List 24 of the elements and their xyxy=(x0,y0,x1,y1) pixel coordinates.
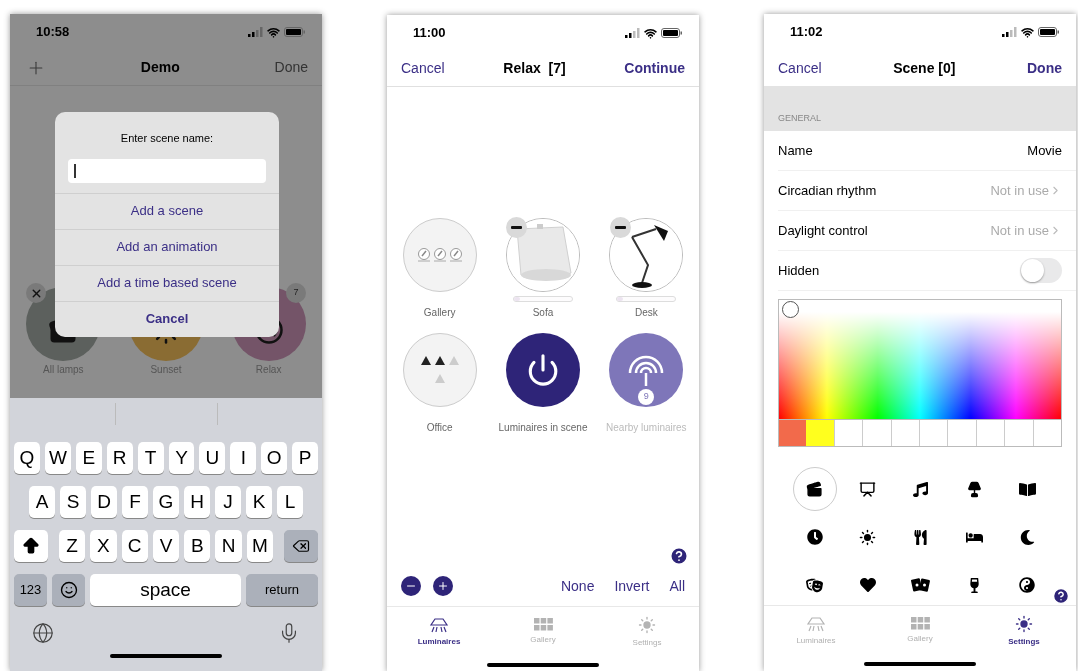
tile-label: Gallery xyxy=(423,306,456,320)
row-label: Name xyxy=(778,141,814,160)
status-time: 11:02 xyxy=(790,23,823,42)
tile-label: Nearby luminaires xyxy=(606,421,687,435)
row-label: Circadian rhythm xyxy=(778,181,878,200)
tile-label: Luminaires in scene xyxy=(498,421,588,435)
row-label: Daylight control xyxy=(778,221,869,240)
row-label: Hidden xyxy=(778,261,821,280)
row-value: Movie xyxy=(1027,141,1062,160)
count-badge: 9 xyxy=(638,389,655,405)
tile-label: Desk xyxy=(634,306,658,320)
row-value: Not in use xyxy=(990,221,1049,240)
count-badge: 7 xyxy=(286,283,306,303)
section-header: GENERAL xyxy=(778,111,821,125)
status-time: 10:58 xyxy=(36,23,70,42)
row-value: Not in use xyxy=(990,181,1049,200)
scene-label: Relax xyxy=(255,363,282,377)
tile-label: Sofa xyxy=(532,306,554,320)
screen-title: Scene [0] xyxy=(893,58,956,78)
tile-label: Office xyxy=(426,421,453,435)
screen-title: Demo xyxy=(140,58,180,77)
status-time: 11:00 xyxy=(413,24,446,43)
dialog-title: Enter scene name: xyxy=(119,131,215,146)
screen-title: Relax [7] xyxy=(503,59,566,78)
